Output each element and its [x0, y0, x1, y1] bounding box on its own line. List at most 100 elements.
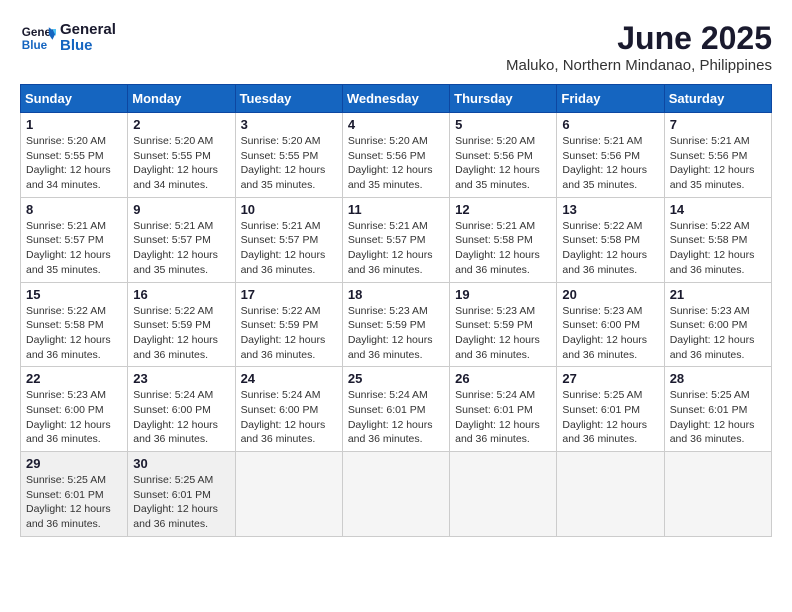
table-row: 10 Sunrise: 5:21 AM Sunset: 5:57 PM Dayl… [235, 197, 342, 282]
sunset-text: Sunset: 6:01 PM [670, 403, 766, 418]
day-info: Sunrise: 5:24 AM Sunset: 6:00 PM Dayligh… [133, 388, 229, 447]
location: Maluko, Northern Mindanao, Philippines [506, 57, 772, 74]
sunrise-text: Sunrise: 5:23 AM [670, 304, 766, 319]
calendar-week-row: 15 Sunrise: 5:22 AM Sunset: 5:58 PM Dayl… [21, 282, 772, 367]
day-number: 18 [348, 287, 444, 302]
day-number: 26 [455, 371, 551, 386]
day-info: Sunrise: 5:21 AM Sunset: 5:56 PM Dayligh… [562, 134, 658, 193]
day-info: Sunrise: 5:20 AM Sunset: 5:55 PM Dayligh… [133, 134, 229, 193]
sunrise-text: Sunrise: 5:25 AM [26, 473, 122, 488]
col-thursday: Thursday [450, 85, 557, 113]
day-number: 14 [670, 202, 766, 217]
day-info: Sunrise: 5:23 AM Sunset: 6:00 PM Dayligh… [26, 388, 122, 447]
table-row: 24 Sunrise: 5:24 AM Sunset: 6:00 PM Dayl… [235, 367, 342, 452]
day-number: 2 [133, 117, 229, 132]
sunrise-text: Sunrise: 5:21 AM [26, 219, 122, 234]
sunset-text: Sunset: 5:57 PM [133, 233, 229, 248]
day-number: 1 [26, 117, 122, 132]
day-number: 4 [348, 117, 444, 132]
sunrise-text: Sunrise: 5:22 AM [241, 304, 337, 319]
sunset-text: Sunset: 5:59 PM [455, 318, 551, 333]
sunset-text: Sunset: 5:59 PM [133, 318, 229, 333]
day-number: 21 [670, 287, 766, 302]
table-row: 18 Sunrise: 5:23 AM Sunset: 5:59 PM Dayl… [342, 282, 449, 367]
sunrise-text: Sunrise: 5:20 AM [26, 134, 122, 149]
sunset-text: Sunset: 5:57 PM [26, 233, 122, 248]
table-row: 4 Sunrise: 5:20 AM Sunset: 5:56 PM Dayli… [342, 113, 449, 198]
day-info: Sunrise: 5:25 AM Sunset: 6:01 PM Dayligh… [562, 388, 658, 447]
day-number: 25 [348, 371, 444, 386]
calendar-week-row: 8 Sunrise: 5:21 AM Sunset: 5:57 PM Dayli… [21, 197, 772, 282]
day-info: Sunrise: 5:23 AM Sunset: 6:00 PM Dayligh… [670, 304, 766, 363]
sunset-text: Sunset: 6:01 PM [26, 488, 122, 503]
sunset-text: Sunset: 6:01 PM [455, 403, 551, 418]
table-row: 3 Sunrise: 5:20 AM Sunset: 5:55 PM Dayli… [235, 113, 342, 198]
daylight-text: Daylight: 12 hours and 35 minutes. [455, 163, 551, 192]
table-row [557, 452, 664, 537]
table-row: 19 Sunrise: 5:23 AM Sunset: 5:59 PM Dayl… [450, 282, 557, 367]
day-info: Sunrise: 5:20 AM Sunset: 5:55 PM Dayligh… [241, 134, 337, 193]
daylight-text: Daylight: 12 hours and 36 minutes. [562, 333, 658, 362]
sunset-text: Sunset: 5:57 PM [241, 233, 337, 248]
table-row: 13 Sunrise: 5:22 AM Sunset: 5:58 PM Dayl… [557, 197, 664, 282]
daylight-text: Daylight: 12 hours and 36 minutes. [133, 418, 229, 447]
day-info: Sunrise: 5:25 AM Sunset: 6:01 PM Dayligh… [670, 388, 766, 447]
table-row: 7 Sunrise: 5:21 AM Sunset: 5:56 PM Dayli… [664, 113, 771, 198]
day-number: 10 [241, 202, 337, 217]
day-info: Sunrise: 5:20 AM Sunset: 5:56 PM Dayligh… [455, 134, 551, 193]
sunset-text: Sunset: 5:58 PM [455, 233, 551, 248]
daylight-text: Daylight: 12 hours and 35 minutes. [26, 248, 122, 277]
table-row: 26 Sunrise: 5:24 AM Sunset: 6:01 PM Dayl… [450, 367, 557, 452]
calendar-header-row: Sunday Monday Tuesday Wednesday Thursday… [21, 85, 772, 113]
daylight-text: Daylight: 12 hours and 36 minutes. [562, 418, 658, 447]
daylight-text: Daylight: 12 hours and 35 minutes. [562, 163, 658, 192]
table-row: 23 Sunrise: 5:24 AM Sunset: 6:00 PM Dayl… [128, 367, 235, 452]
day-info: Sunrise: 5:21 AM Sunset: 5:57 PM Dayligh… [348, 219, 444, 278]
daylight-text: Daylight: 12 hours and 36 minutes. [348, 333, 444, 362]
title-area: June 2025 Maluko, Northern Mindanao, Phi… [506, 20, 772, 74]
daylight-text: Daylight: 12 hours and 36 minutes. [241, 248, 337, 277]
col-wednesday: Wednesday [342, 85, 449, 113]
sunrise-text: Sunrise: 5:21 AM [241, 219, 337, 234]
day-info: Sunrise: 5:22 AM Sunset: 5:58 PM Dayligh… [26, 304, 122, 363]
sunset-text: Sunset: 5:55 PM [26, 149, 122, 164]
table-row: 11 Sunrise: 5:21 AM Sunset: 5:57 PM Dayl… [342, 197, 449, 282]
day-info: Sunrise: 5:23 AM Sunset: 5:59 PM Dayligh… [348, 304, 444, 363]
sunset-text: Sunset: 5:56 PM [455, 149, 551, 164]
table-row [235, 452, 342, 537]
daylight-text: Daylight: 12 hours and 36 minutes. [241, 418, 337, 447]
logo-icon: General Blue [20, 20, 56, 56]
calendar-week-row: 22 Sunrise: 5:23 AM Sunset: 6:00 PM Dayl… [21, 367, 772, 452]
day-info: Sunrise: 5:21 AM Sunset: 5:57 PM Dayligh… [241, 219, 337, 278]
sunrise-text: Sunrise: 5:25 AM [133, 473, 229, 488]
sunrise-text: Sunrise: 5:24 AM [455, 388, 551, 403]
daylight-text: Daylight: 12 hours and 36 minutes. [348, 418, 444, 447]
calendar-week-row: 1 Sunrise: 5:20 AM Sunset: 5:55 PM Dayli… [21, 113, 772, 198]
sunset-text: Sunset: 6:00 PM [241, 403, 337, 418]
sunset-text: Sunset: 5:57 PM [348, 233, 444, 248]
day-number: 20 [562, 287, 658, 302]
sunrise-text: Sunrise: 5:21 AM [133, 219, 229, 234]
day-info: Sunrise: 5:22 AM Sunset: 5:58 PM Dayligh… [562, 219, 658, 278]
table-row: 22 Sunrise: 5:23 AM Sunset: 6:00 PM Dayl… [21, 367, 128, 452]
table-row: 25 Sunrise: 5:24 AM Sunset: 6:01 PM Dayl… [342, 367, 449, 452]
sunrise-text: Sunrise: 5:22 AM [670, 219, 766, 234]
table-row: 29 Sunrise: 5:25 AM Sunset: 6:01 PM Dayl… [21, 452, 128, 537]
col-friday: Friday [557, 85, 664, 113]
table-row: 20 Sunrise: 5:23 AM Sunset: 6:00 PM Dayl… [557, 282, 664, 367]
daylight-text: Daylight: 12 hours and 36 minutes. [562, 248, 658, 277]
sunrise-text: Sunrise: 5:24 AM [133, 388, 229, 403]
sunrise-text: Sunrise: 5:24 AM [348, 388, 444, 403]
table-row: 15 Sunrise: 5:22 AM Sunset: 5:58 PM Dayl… [21, 282, 128, 367]
day-info: Sunrise: 5:22 AM Sunset: 5:58 PM Dayligh… [670, 219, 766, 278]
sunset-text: Sunset: 6:01 PM [562, 403, 658, 418]
sunset-text: Sunset: 6:00 PM [670, 318, 766, 333]
day-info: Sunrise: 5:21 AM Sunset: 5:57 PM Dayligh… [26, 219, 122, 278]
sunrise-text: Sunrise: 5:23 AM [562, 304, 658, 319]
day-number: 30 [133, 456, 229, 471]
day-info: Sunrise: 5:23 AM Sunset: 5:59 PM Dayligh… [455, 304, 551, 363]
daylight-text: Daylight: 12 hours and 36 minutes. [455, 333, 551, 362]
sunset-text: Sunset: 6:00 PM [26, 403, 122, 418]
day-number: 27 [562, 371, 658, 386]
table-row: 8 Sunrise: 5:21 AM Sunset: 5:57 PM Dayli… [21, 197, 128, 282]
